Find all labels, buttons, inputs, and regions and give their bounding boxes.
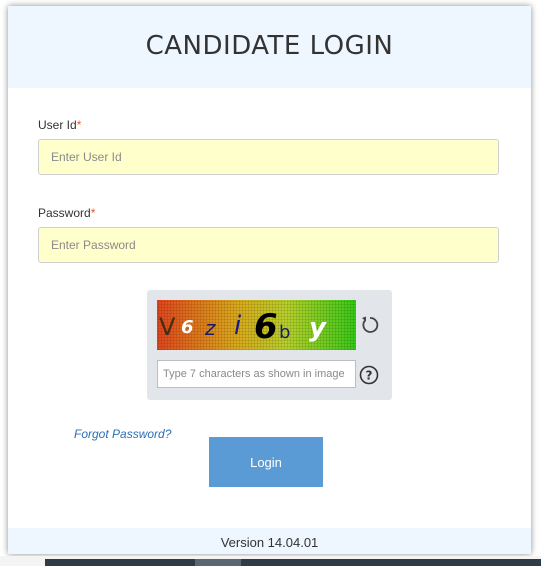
captcha-char: V: [159, 313, 176, 341]
captcha-char: 6: [254, 307, 278, 347]
captcha-char: i: [234, 311, 242, 341]
captcha-panel: V 6 z i 6 b y ?: [147, 290, 392, 400]
forgot-password-link[interactable]: Forgot Password?: [74, 427, 171, 441]
required-mark: *: [90, 206, 96, 220]
captcha-char: y: [309, 313, 327, 343]
taskbar-item[interactable]: [195, 559, 241, 566]
captcha-input[interactable]: [157, 360, 356, 388]
captcha-image: V 6 z i 6 b y: [157, 300, 356, 350]
captcha-characters: V 6 z i 6 b y: [159, 307, 327, 347]
password-label: Password*: [38, 206, 95, 220]
captcha-char: b: [279, 322, 290, 343]
bottom-taskbar-strip: [0, 556, 541, 566]
taskbar: [45, 559, 541, 566]
version-text: Version 14.04.01: [220, 535, 319, 550]
captcha-char: z: [204, 316, 216, 340]
page-title: CANDIDATE LOGIN: [145, 31, 394, 61]
refresh-icon[interactable]: [359, 314, 381, 336]
user-id-input[interactable]: [38, 139, 499, 175]
card-header: CANDIDATE LOGIN: [8, 6, 531, 88]
login-button[interactable]: Login: [209, 437, 323, 487]
user-id-label-text: User Id: [38, 118, 77, 132]
required-mark: *: [76, 118, 82, 132]
version-footer: Version 14.04.01: [8, 528, 531, 554]
user-id-label: User Id*: [38, 118, 81, 132]
password-label-text: Password: [38, 206, 91, 220]
captcha-char: 6: [181, 317, 194, 338]
password-input[interactable]: [38, 227, 499, 263]
svg-text:?: ?: [366, 369, 373, 383]
help-icon[interactable]: ?: [359, 365, 379, 385]
login-card: CANDIDATE LOGIN User Id* Password* V 6 z…: [8, 6, 531, 554]
